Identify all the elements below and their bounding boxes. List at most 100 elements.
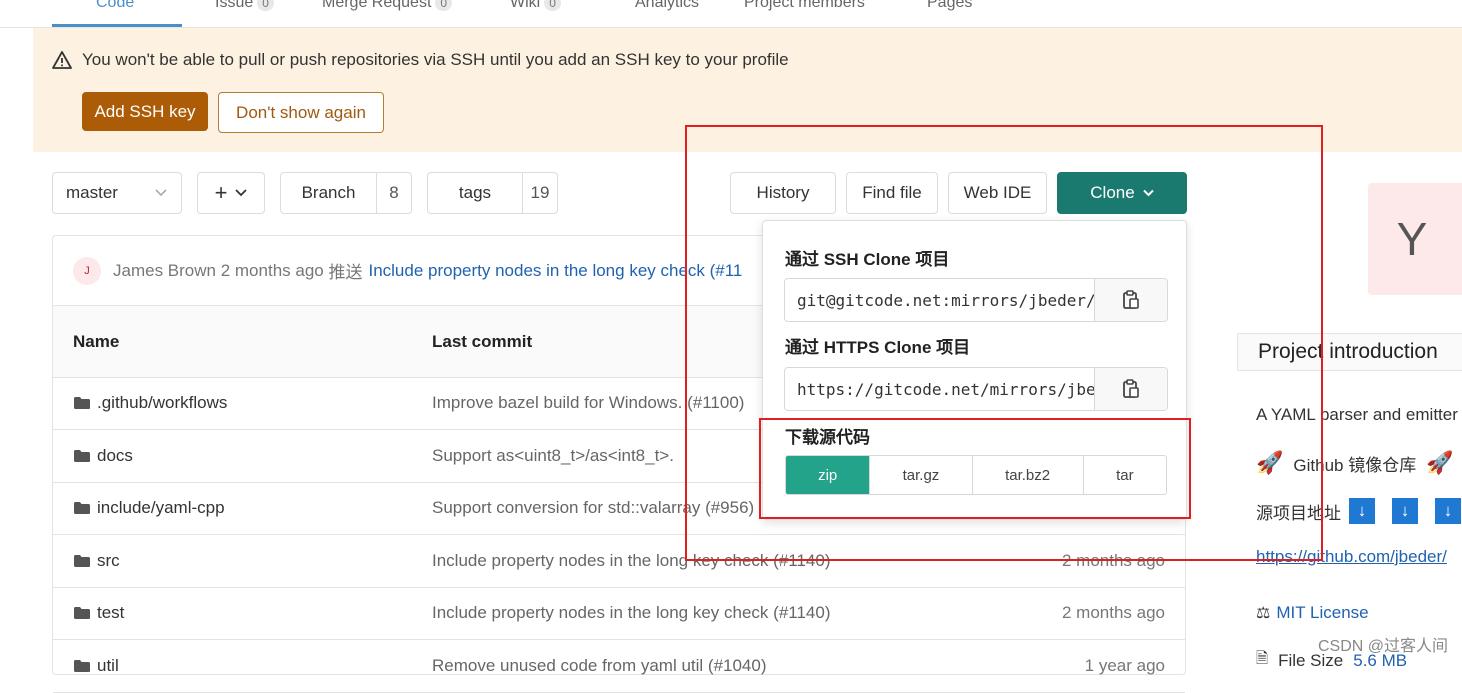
- folder-icon: [74, 450, 90, 462]
- ssh-clone-title: 通过 SSH Clone 项目: [785, 250, 950, 269]
- branches-button[interactable]: Branch 8: [280, 172, 412, 214]
- copy-ssh-url-button[interactable]: [1094, 279, 1167, 321]
- active-tab-indicator: [52, 24, 182, 27]
- table-row[interactable]: util Remove unused code from yaml util (#…: [53, 640, 1185, 693]
- tab-project-members[interactable]: Project members: [744, 0, 865, 12]
- commit-message[interactable]: Support as<uint8_t>/as<int8_t>.: [432, 446, 674, 466]
- file-name[interactable]: src: [97, 551, 120, 571]
- download-source-title: 下载源代码: [785, 428, 870, 447]
- tab-issue[interactable]: Issue 0: [215, 0, 274, 12]
- dont-show-again-button[interactable]: Don't show again: [218, 92, 384, 133]
- project-description: A YAML parser and emitter: [1256, 405, 1458, 424]
- table-row[interactable]: test Include property nodes in the long k…: [53, 587, 1185, 640]
- commit-message[interactable]: Include property nodes in the long key c…: [432, 603, 831, 623]
- branches-count: 8: [376, 173, 411, 213]
- ssh-warning-banner: You won't be able to pull or push reposi…: [33, 28, 1462, 152]
- chevron-down-icon: [1142, 189, 1154, 197]
- scale-icon: ⚖: [1256, 605, 1271, 622]
- https-url-text[interactable]: https://gitcode.net/mirrors/jbeder/yaml-…: [785, 380, 1094, 399]
- tab-pages[interactable]: Pages: [927, 0, 972, 12]
- web-ide-button[interactable]: Web IDE: [948, 172, 1047, 214]
- file-name-link[interactable]: include/yaml-cpp: [73, 498, 225, 518]
- file-name-link[interactable]: test: [73, 603, 124, 623]
- plus-icon: +: [214, 180, 228, 205]
- folder-icon: [74, 607, 90, 619]
- column-header-last-commit: Last commit: [432, 332, 533, 351]
- source-link[interactable]: https://github.com/jbeder/: [1256, 547, 1447, 567]
- commit-message[interactable]: Include property nodes in the long key c…: [432, 551, 831, 571]
- copy-https-url-button[interactable]: [1094, 368, 1167, 410]
- find-file-button[interactable]: Find file: [846, 172, 938, 214]
- branch-select-value: master: [66, 183, 118, 202]
- file-name[interactable]: docs: [97, 446, 133, 466]
- commit-time: 2 months ago: [1061, 603, 1165, 622]
- commit-message[interactable]: Support conversion for std::valarray (#9…: [432, 498, 754, 518]
- commit-time: 2 months ago: [1061, 551, 1165, 570]
- column-header-name: Name: [73, 332, 120, 351]
- folder-icon: [74, 660, 90, 672]
- source-line: 源项目地址 ↓ ↓ ↓: [1256, 498, 1462, 524]
- file-name-link[interactable]: .github/workflows: [73, 393, 227, 413]
- commit-time: 2 months ago: [220, 260, 324, 280]
- mirror-label: Github 镜像仓库: [1293, 455, 1417, 475]
- avatar[interactable]: J: [73, 256, 101, 285]
- download-tar-bz2-button[interactable]: tar.bz2: [973, 456, 1084, 494]
- table-row[interactable]: src Include property nodes in the long ke…: [53, 535, 1185, 588]
- commit-action: 推送: [328, 263, 363, 282]
- commit-author[interactable]: James Brown: [113, 261, 216, 281]
- file-name[interactable]: .github/workflows: [97, 393, 227, 413]
- warning-icon: [52, 51, 72, 69]
- commit-message[interactable]: Improve bazel build for Windows. (#1100): [432, 393, 744, 413]
- rocket-icon: 🚀: [1256, 450, 1284, 475]
- tab-analytics[interactable]: Analytics: [635, 0, 699, 12]
- tags-count: 19: [522, 173, 557, 213]
- file-name-link[interactable]: util: [73, 656, 119, 676]
- branch-select[interactable]: master: [52, 172, 182, 214]
- arrow-down-icon: ↓: [1349, 498, 1375, 524]
- clone-button[interactable]: Clone: [1057, 172, 1187, 214]
- folder-icon: [74, 397, 90, 409]
- watermark: CSDN @过客人间: [1317, 638, 1448, 655]
- download-tar-button[interactable]: tar: [1084, 456, 1166, 494]
- commit-message[interactable]: Remove unused code from yaml util (#1040…: [432, 656, 767, 676]
- download-tar-gz-button[interactable]: tar.gz: [870, 456, 973, 494]
- tab-label: Project members: [744, 0, 865, 11]
- chevron-down-icon: [235, 189, 248, 197]
- clipboard-icon: [1123, 290, 1139, 309]
- file-name-link[interactable]: src: [73, 551, 120, 571]
- count-badge: 0: [544, 0, 561, 11]
- file-name-link[interactable]: docs: [73, 446, 133, 466]
- https-url-field[interactable]: https://gitcode.net/mirrors/jbeder/yaml-…: [784, 367, 1168, 411]
- arrow-down-icon: ↓: [1435, 498, 1461, 524]
- tab-label: Issue: [215, 0, 254, 11]
- tab-code[interactable]: Code: [96, 0, 134, 12]
- source-label: 源项目地址: [1256, 503, 1341, 523]
- commit-message-link[interactable]: Include property nodes in the long key c…: [368, 261, 742, 281]
- download-zip-button[interactable]: zip: [786, 456, 871, 494]
- clone-label: Clone: [1090, 183, 1135, 202]
- license-line: ⚖ MIT License: [1256, 603, 1369, 623]
- tab-merge-request[interactable]: Merge Request 0: [322, 0, 453, 12]
- clipboard-icon: [1123, 379, 1139, 398]
- license-link[interactable]: MIT License: [1276, 603, 1368, 623]
- ssh-url-field[interactable]: git@gitcode.net:mirrors/jbeder/yaml-cpp.…: [784, 278, 1168, 322]
- project-tabs: Code Issue 0 Merge Request 0 Wiki 0 Analyti…: [0, 0, 1462, 28]
- tab-label: Analytics: [635, 0, 700, 11]
- ssh-url-text[interactable]: git@gitcode.net:mirrors/jbeder/yaml-cpp.…: [785, 291, 1094, 310]
- tab-label: Pages: [927, 0, 973, 11]
- tab-label: Wiki: [510, 0, 541, 11]
- tags-button[interactable]: tags 19: [427, 172, 558, 214]
- count-badge: 0: [435, 0, 453, 11]
- history-button[interactable]: History: [730, 172, 836, 214]
- clone-dropdown: 通过 SSH Clone 项目 git@gitcode.net:mirrors/…: [762, 220, 1187, 520]
- add-new-dropdown[interactable]: +: [197, 172, 265, 214]
- add-ssh-key-button[interactable]: Add SSH key: [82, 92, 208, 131]
- count-badge: 0: [257, 0, 274, 11]
- branches-label: Branch: [301, 183, 356, 202]
- tab-wiki[interactable]: Wiki 0: [510, 0, 561, 12]
- file-name[interactable]: util: [97, 656, 119, 676]
- file-name[interactable]: test: [97, 603, 124, 623]
- file-icon: 🗎: [1256, 650, 1269, 667]
- file-name[interactable]: include/yaml-cpp: [97, 498, 225, 518]
- https-clone-title: 通过 HTTPS Clone 项目: [785, 338, 971, 357]
